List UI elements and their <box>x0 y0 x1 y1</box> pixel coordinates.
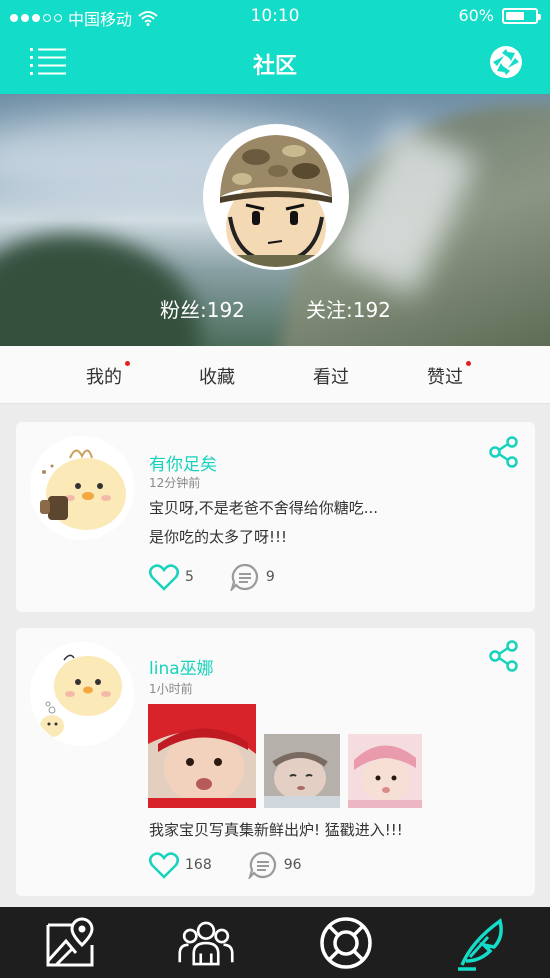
tab-label: 赞过 <box>427 367 463 388</box>
profile-tabs: 我的 收藏 看过 赞过 <box>0 346 550 404</box>
unread-dot <box>125 361 130 366</box>
post-text-line: 我家宝贝写真集新鲜出炉! 猛戳进入!!! <box>149 821 403 839</box>
post-card[interactable]: 有你足矣 12分钟前 宝贝呀,不是老爸不舍得给你糖吃... 是你吃的太多了呀!!… <box>16 422 535 612</box>
battery-icon <box>502 7 541 24</box>
post-text: 我家宝贝写真集新鲜出炉! 猛戳进入!!! <box>149 816 403 845</box>
nav-bar: 社区 <box>0 32 550 94</box>
following-count[interactable]: 关注:192 <box>306 294 391 323</box>
fans-count[interactable]: 粉丝:192 <box>160 294 245 323</box>
share-icon[interactable] <box>489 640 519 672</box>
post-card[interactable]: lina巫娜 1小时前 我家宝贝写真集新鲜出炉! 猛戳进入!!! 168 96 <box>16 628 535 896</box>
lifebuoy-icon[interactable] <box>318 915 374 971</box>
post-text-line: 是你吃的太多了呀!!! <box>149 528 288 546</box>
post-avatar[interactable] <box>30 436 134 540</box>
like-count: 168 <box>185 857 212 873</box>
post-actions: 5 9 <box>149 562 275 592</box>
baby-photo[interactable] <box>264 734 340 808</box>
tab-label: 我的 <box>86 367 122 388</box>
unread-dot <box>466 361 471 366</box>
map-icon[interactable] <box>42 915 98 971</box>
bottom-tab-bar <box>0 907 550 978</box>
post-time: 1小时前 <box>149 682 193 696</box>
community-group-icon[interactable] <box>178 915 234 971</box>
tab-label: 收藏 <box>199 367 235 388</box>
comment-icon[interactable] <box>248 851 278 879</box>
comment-icon[interactable] <box>230 563 260 591</box>
post-text: 宝贝呀,不是老爸不舍得给你糖吃... 是你吃的太多了呀!!! <box>149 494 378 552</box>
comment-count: 96 <box>283 857 302 873</box>
heart-icon[interactable] <box>149 563 179 591</box>
post-time: 12分钟前 <box>149 476 201 490</box>
tab-favorites[interactable]: 收藏 <box>199 363 235 389</box>
profile-banner: 粉丝:192 关注:192 <box>0 94 550 346</box>
baby-photo[interactable] <box>348 734 422 808</box>
post-text-line: 宝贝呀,不是老爸不舍得给你糖吃... <box>149 499 379 517</box>
status-bar: 中国移动 10:10 60% <box>0 0 550 32</box>
avatar[interactable] <box>203 124 349 270</box>
chick-avatar-image <box>30 642 134 746</box>
tab-label: 看过 <box>313 367 349 388</box>
post-avatar[interactable] <box>30 642 134 746</box>
battery-percent: 60% <box>458 6 494 25</box>
heart-icon[interactable] <box>149 851 179 879</box>
chick-avatar-image <box>30 436 134 540</box>
comment-count: 9 <box>265 569 275 585</box>
camera-shutter-icon[interactable] <box>488 44 524 80</box>
soldier-avatar-image <box>206 127 346 267</box>
feather-icon[interactable] <box>454 915 510 971</box>
share-icon[interactable] <box>489 436 519 468</box>
tab-liked[interactable]: 赞过 <box>427 361 471 389</box>
page-title: 社区 <box>252 54 297 79</box>
post-author[interactable]: 有你足矣 <box>149 450 217 475</box>
baby-photo[interactable] <box>148 704 256 808</box>
tab-viewed[interactable]: 看过 <box>313 363 349 389</box>
tab-mine[interactable]: 我的 <box>86 361 130 389</box>
top-bar: 中国移动 10:10 60% 社区 <box>0 0 550 94</box>
like-count: 5 <box>185 569 194 585</box>
post-author[interactable]: lina巫娜 <box>149 654 214 679</box>
post-actions: 168 96 <box>149 850 302 880</box>
